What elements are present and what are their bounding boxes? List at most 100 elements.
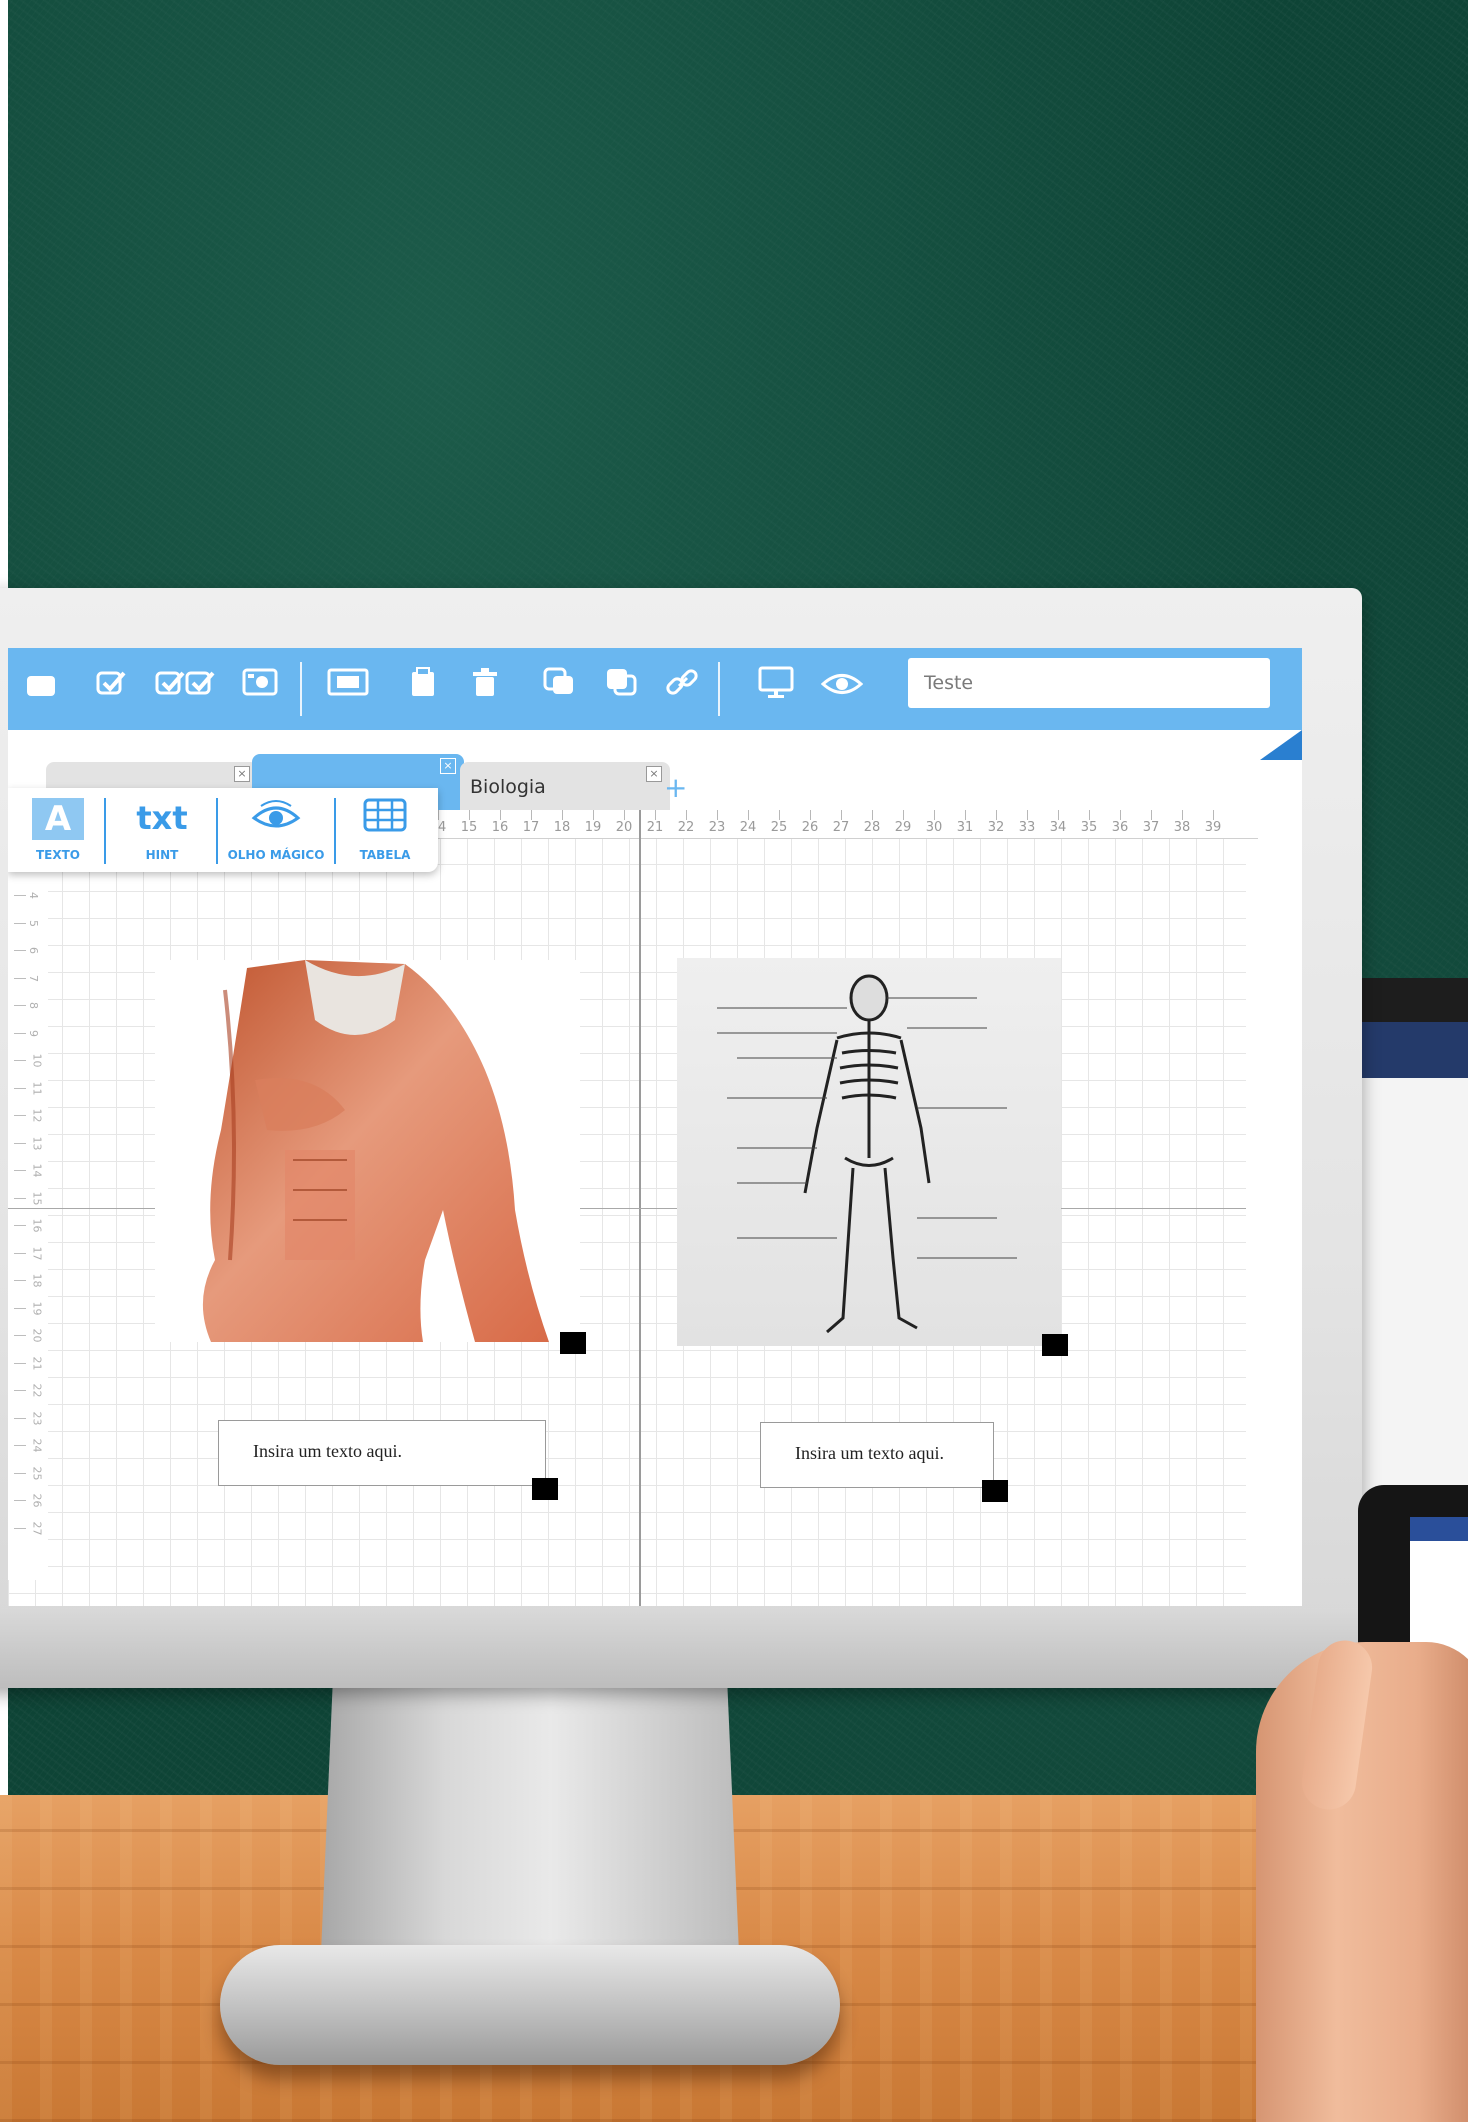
ruler-tick: [996, 810, 997, 820]
ruler-tick: [531, 810, 532, 820]
ruler-tick: [1213, 810, 1214, 820]
panel-separator: [216, 798, 218, 864]
ruler-tick: [14, 1307, 26, 1309]
ruler-label: 10: [30, 1053, 44, 1068]
frame-icon[interactable]: [24, 666, 58, 710]
ruler-label: 4: [27, 892, 40, 899]
ruler-tick: [469, 810, 470, 820]
ruler-label: 31: [956, 820, 974, 835]
text-icon: A: [32, 798, 84, 840]
check-icon[interactable]: [94, 666, 130, 710]
ruler-tick: [562, 810, 563, 820]
panel-separator: [334, 798, 336, 864]
muscle-anatomy-image[interactable]: [155, 960, 580, 1342]
ruler-tick: [438, 810, 439, 820]
text-box-right[interactable]: Insira um texto aqui.: [760, 1422, 994, 1488]
ruler-tick: [934, 810, 935, 820]
ruler-label: 30: [925, 820, 943, 835]
ruler-tick: [14, 1032, 26, 1034]
duplicate-icon[interactable]: [542, 666, 578, 710]
ruler-tick: [14, 977, 26, 979]
delete-icon[interactable]: [468, 666, 502, 710]
tabela-button[interactable]: TABELA: [340, 788, 430, 872]
hint-button[interactable]: txt HINT: [110, 788, 214, 872]
ruler-tick: [14, 1362, 26, 1364]
texto-button[interactable]: A TEXTO: [18, 788, 98, 872]
double-check-icon[interactable]: [154, 666, 216, 710]
ruler-tick: [1120, 810, 1121, 820]
ruler-tick: [14, 1225, 26, 1226]
tab-biologia[interactable]: Biologia ×: [460, 762, 670, 810]
ruler-label: 38: [1173, 820, 1191, 835]
ruler-tick: [624, 810, 625, 820]
ruler-label: 28: [863, 820, 881, 835]
text-box-left[interactable]: Insira um texto aqui.: [218, 1420, 546, 1486]
ruler-label: 23: [30, 1411, 44, 1425]
ruler-tick: [14, 1500, 26, 1501]
ruler-label: 9: [27, 1029, 40, 1037]
ruler-tick: [14, 1142, 26, 1144]
present-icon[interactable]: [756, 666, 796, 710]
ruler-tick: [872, 810, 873, 820]
tablet-header: [1410, 1517, 1468, 1541]
ruler-tick: [1151, 810, 1152, 820]
hint-icon: txt: [136, 799, 188, 837]
ruler-tick: [14, 1417, 26, 1419]
resize-handle[interactable]: [532, 1478, 558, 1500]
ruler-label: 5: [27, 919, 40, 927]
ruler-label: 23: [708, 820, 726, 835]
scene: × × Biologia × + 14 15 16 17 18 19 20 21 22 23 24 2…: [0, 0, 1468, 2122]
ruler-tick: [14, 895, 26, 896]
monitor-stand-base: [220, 1945, 840, 2065]
media-icon[interactable]: [240, 666, 280, 710]
ruler-label: 27: [832, 820, 850, 835]
ruler-tick: [14, 950, 26, 951]
ruler-tick: [14, 1445, 26, 1446]
ruler-label: 35: [1080, 820, 1098, 835]
ruler-tick: [14, 1115, 26, 1116]
ruler-tick: [14, 1005, 26, 1006]
text-box-content: Insira um texto aqui.: [795, 1443, 944, 1463]
paste-icon[interactable]: [406, 666, 440, 710]
panel-separator: [104, 798, 106, 864]
monitor-chin: [0, 1608, 1362, 1688]
slide-icon[interactable]: [326, 666, 370, 710]
resize-handle[interactable]: [560, 1332, 586, 1354]
ruler-label: 16: [491, 820, 509, 835]
resize-handle[interactable]: [982, 1480, 1008, 1502]
ruler-label: 36: [1111, 820, 1129, 835]
ruler-tick: [841, 810, 842, 820]
ruler-tick: [655, 810, 656, 820]
close-icon[interactable]: ×: [234, 766, 250, 782]
ruler-label: 19: [30, 1301, 44, 1315]
copy-icon[interactable]: [604, 666, 640, 710]
ruler-label: 11: [30, 1081, 44, 1095]
ruler-tick: [810, 810, 811, 820]
ruler-label: 21: [646, 820, 664, 835]
toolbar-separator: [300, 662, 302, 716]
ruler-label: 7: [27, 974, 40, 982]
editor-screen: × × Biologia × + 14 15 16 17 18 19 20 21 22 23 24 2…: [8, 648, 1302, 1606]
ruler-label: 24: [739, 820, 757, 835]
ruler-tick: [593, 810, 594, 820]
skeleton-anatomy-image[interactable]: [677, 958, 1061, 1346]
olho-magico-button[interactable]: OLHO MÁGICO: [220, 788, 332, 872]
ruler-label: 25: [30, 1466, 44, 1480]
ruler-label: 22: [677, 820, 695, 835]
ruler-label: 33: [1018, 820, 1036, 835]
ruler-tick: [1058, 810, 1059, 820]
close-icon[interactable]: ×: [646, 766, 662, 782]
ruler-label: 21: [30, 1356, 44, 1370]
ruler-label: 20: [30, 1328, 44, 1343]
ruler-tick: [686, 810, 687, 820]
texto-label: TEXTO: [35, 848, 81, 862]
close-icon[interactable]: ×: [440, 758, 456, 774]
add-tab-button[interactable]: +: [664, 774, 687, 802]
search-input[interactable]: [908, 658, 1270, 708]
resize-handle[interactable]: [1042, 1334, 1068, 1356]
ruler-label: 32: [987, 820, 1005, 835]
link-icon[interactable]: [664, 666, 700, 710]
preview-icon[interactable]: [820, 666, 864, 710]
ruler-label: 15: [30, 1191, 44, 1205]
ruler-label: 34: [1049, 820, 1067, 835]
